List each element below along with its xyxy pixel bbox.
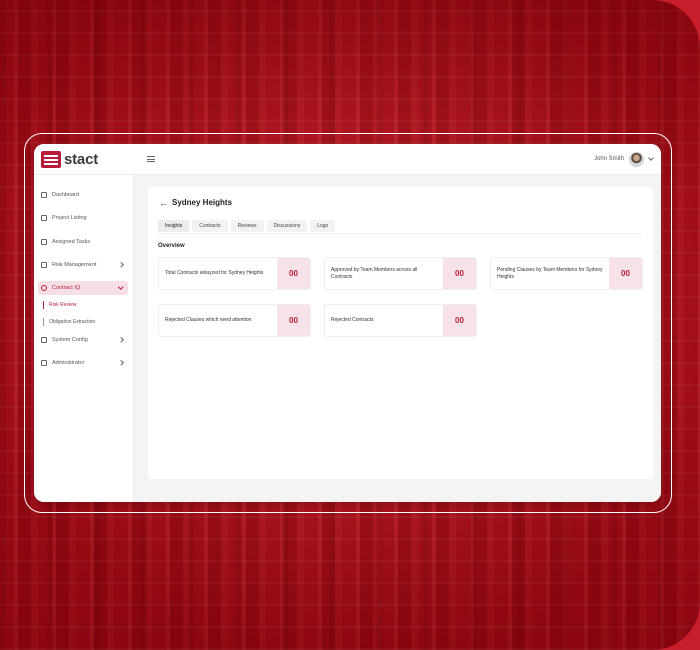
- tab-divider: [158, 233, 642, 234]
- grid-icon: [41, 192, 47, 198]
- chevron-right-icon: [117, 337, 123, 343]
- sidebar-subitem-label: Obligation Extraction: [49, 319, 96, 325]
- sidebar-subitem-risk-review[interactable]: Risk Review: [43, 300, 77, 310]
- tab-contracts[interactable]: Contracts: [192, 220, 228, 232]
- stat-card-rejected-contracts: Rejected Contracts 00: [324, 304, 477, 337]
- sidebar-item-administrator[interactable]: Administrator: [38, 356, 128, 370]
- sidebar: Dashboard Project Listing Assigned Tasks…: [34, 175, 134, 502]
- page-title: Sydney Heights: [172, 198, 233, 207]
- sidebar-item-label: Risk Management: [52, 262, 97, 268]
- sidebar-item-risk-management[interactable]: Risk Management: [38, 258, 128, 272]
- brand-name: stact: [64, 150, 99, 168]
- sidebar-item-system-config[interactable]: System Config: [38, 333, 128, 347]
- monitor-icon: [41, 337, 47, 343]
- warning-icon: [41, 262, 47, 268]
- stat-label: Approved by Team Members across all Cont…: [331, 267, 418, 280]
- section-title: Overview: [158, 243, 185, 249]
- stat-card-pending-clauses: Pending Clauses by Team Members for Sydn…: [490, 257, 643, 290]
- stat-value: 00: [277, 305, 310, 336]
- stat-value: 00: [609, 258, 642, 289]
- stat-label: Rejected Clauses which need attention: [165, 317, 252, 324]
- clipboard-icon: [41, 215, 47, 221]
- stat-value: 00: [277, 258, 310, 289]
- tab-insights[interactable]: Insights: [158, 220, 190, 232]
- subitem-indicator: [43, 318, 44, 326]
- sidebar-item-label: Administrator: [52, 360, 85, 366]
- stat-label: Total Contracts anlayzed for Sydney Heig…: [165, 270, 264, 277]
- logo-icon: [41, 150, 61, 168]
- app-window: stact John Smith Dashboard Project Listi…: [34, 144, 661, 502]
- hamburger-icon[interactable]: [147, 156, 155, 162]
- sidebar-item-label: Dashboard: [52, 192, 79, 198]
- admin-icon: [41, 360, 47, 366]
- sidebar-subitem-label: Risk Review: [49, 302, 77, 308]
- sidebar-item-dashboard[interactable]: Dashboard: [38, 188, 128, 202]
- main-content: ← Sydney Heights Insights Contracts Revi…: [134, 175, 661, 502]
- arrow-left-icon[interactable]: ←: [159, 198, 168, 208]
- user-name: John Smith: [593, 156, 624, 162]
- stat-label: Rejected Contracts: [331, 317, 374, 324]
- user-menu[interactable]: John Smith: [593, 151, 654, 167]
- logo[interactable]: stact: [41, 150, 141, 168]
- sidebar-item-label: Contract IQ: [52, 285, 81, 291]
- subitem-indicator: [43, 301, 44, 309]
- sidebar-item-label: Project Listing: [52, 215, 87, 221]
- stat-card-total-contracts: Total Contracts anlayzed for Sydney Heig…: [158, 257, 311, 290]
- stat-card-rejected-clauses: Rejected Clauses which need attention 00: [158, 304, 311, 337]
- sidebar-item-label: Assigned Tasks: [52, 239, 91, 245]
- tab-logs[interactable]: Logs: [310, 220, 336, 232]
- chevron-down-icon[interactable]: [648, 155, 654, 161]
- tab-bar: Insights Contracts Reviews Discussions L…: [158, 220, 336, 232]
- avatar[interactable]: [629, 151, 644, 167]
- stat-card-approved: Approved by Team Members across all Cont…: [324, 257, 477, 290]
- top-bar: stact John Smith: [34, 144, 661, 175]
- chevron-right-icon: [117, 360, 123, 366]
- sidebar-item-assigned-tasks[interactable]: Assigned Tasks: [38, 235, 128, 249]
- sidebar-subitem-obligation-extraction[interactable]: Obligation Extraction: [43, 317, 95, 327]
- chevron-right-icon: [117, 262, 123, 268]
- stat-label: Pending Clauses by Team Members for Sydn…: [497, 267, 603, 280]
- sidebar-item-project-listing[interactable]: Project Listing: [38, 211, 128, 225]
- globe-icon: [41, 285, 47, 291]
- stat-value: 00: [443, 258, 476, 289]
- tab-discussions[interactable]: Discussions: [266, 220, 308, 232]
- tab-reviews[interactable]: Reviews: [230, 220, 264, 232]
- content-card: ← Sydney Heights Insights Contracts Revi…: [148, 187, 653, 479]
- stat-value: 00: [443, 305, 476, 336]
- sidebar-item-label: System Config: [52, 337, 88, 343]
- task-icon: [41, 239, 47, 245]
- sidebar-item-contract-iq[interactable]: Contract IQ: [38, 281, 128, 295]
- chevron-down-icon: [117, 284, 123, 290]
